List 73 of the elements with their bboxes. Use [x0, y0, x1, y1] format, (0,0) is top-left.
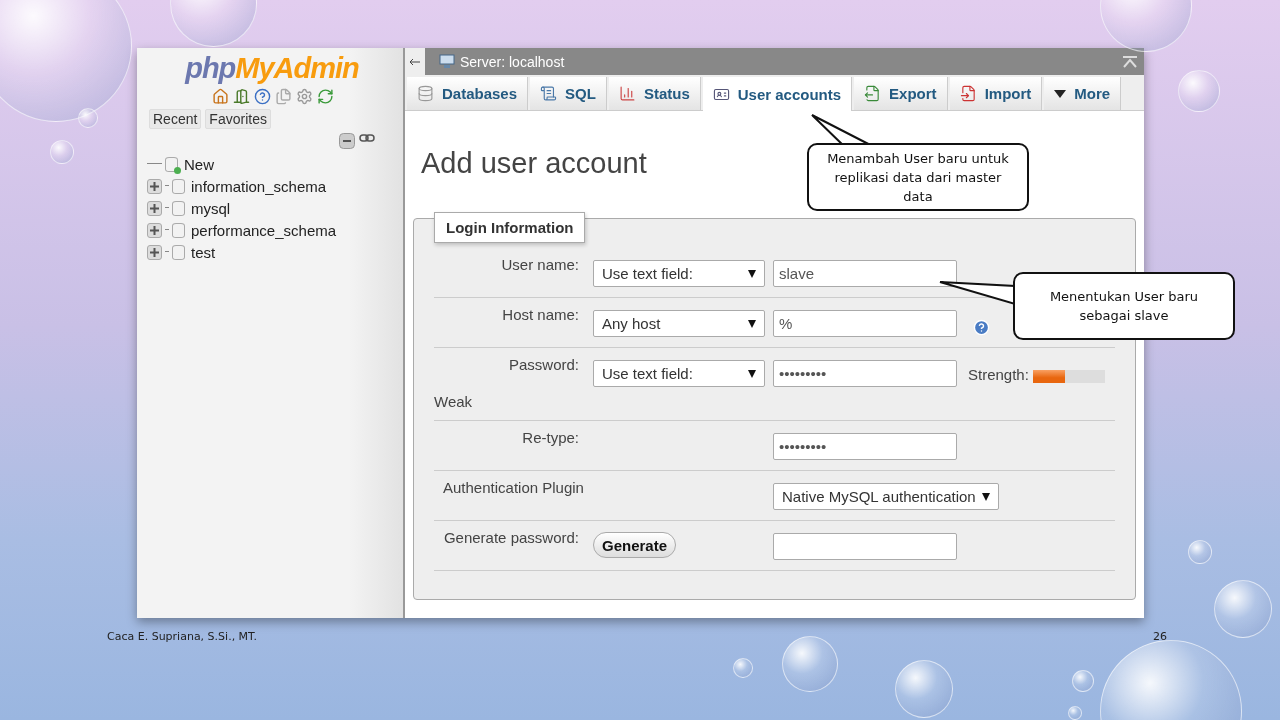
water-drop-drawing: [1072, 670, 1094, 692]
database-icon: [172, 178, 185, 194]
panel-legend: Login Information: [434, 212, 586, 243]
dropdown[interactable]: Native MySQL authentication: [773, 483, 999, 510]
caret-icon: [748, 269, 756, 278]
page-number: 26: [1153, 630, 1167, 643]
dropdown[interactable]: Use text field:: [593, 360, 765, 387]
generate-button[interactable]: Generate: [593, 532, 677, 558]
nav-tab[interactable]: Import: [949, 77, 1043, 110]
input-field[interactable]: •••••••••: [773, 360, 957, 387]
dropdown[interactable]: Use text field:: [593, 260, 765, 287]
caret-icon: [748, 319, 756, 328]
water-drop-drawing: [1188, 540, 1212, 564]
door-icon[interactable]: [233, 88, 250, 105]
caret-icon: [981, 492, 990, 501]
field-label: User name:: [500, 255, 579, 273]
server-icon: [439, 54, 455, 69]
input-field[interactable]: [773, 533, 957, 560]
triangle-down-icon: [1054, 89, 1067, 98]
strength-label: Strength:: [968, 366, 1029, 383]
arrow-icon: [410, 58, 420, 66]
export-icon: [864, 85, 882, 102]
nav-tab[interactable]: User accounts: [702, 77, 853, 111]
field-label: Password:: [507, 355, 579, 373]
help-icon[interactable]: [254, 88, 271, 105]
field-label: Re-type:: [521, 428, 579, 446]
input-field[interactable]: •••••••••: [773, 433, 957, 460]
sidebar-tab[interactable]: Recent: [149, 109, 202, 129]
logo: phpMyAdmin: [185, 52, 359, 84]
database-icon: [172, 244, 185, 260]
database-icon: [172, 200, 185, 216]
page-title: Add user account: [421, 147, 647, 180]
refresh-icon[interactable]: [317, 88, 334, 105]
expand-icon[interactable]: [147, 244, 162, 260]
nav-tab[interactable]: Databases: [407, 77, 529, 110]
database-icon: [417, 85, 434, 102]
import-icon: [959, 85, 977, 102]
bar-chart-icon: [618, 85, 636, 102]
tree-item[interactable]: New: [184, 155, 214, 173]
settings-icon[interactable]: [296, 88, 313, 105]
expand-icon[interactable]: [147, 200, 162, 216]
expand-icon[interactable]: [147, 222, 162, 238]
water-drop-drawing: [1178, 70, 1220, 112]
link-icon[interactable]: [359, 133, 375, 143]
database-icon: [172, 222, 185, 238]
database-icon: [165, 156, 178, 172]
dropdown[interactable]: Any host: [593, 310, 765, 337]
nav-tab[interactable]: SQL: [530, 77, 607, 110]
water-drop-drawing: [50, 140, 74, 164]
expand-icon[interactable]: [147, 178, 162, 194]
caret-icon: [748, 369, 756, 378]
slide-footer: Caca E. Supriana, S.Si., MT.: [107, 630, 258, 643]
callout-text: Menentukan User baru sebagai slave: [1013, 272, 1235, 340]
home-icon[interactable]: [212, 88, 229, 105]
nav-tab[interactable]: Export: [854, 77, 948, 110]
tree-item[interactable]: mysql: [191, 199, 231, 217]
field-label: Host name:: [501, 305, 579, 323]
nav-tab[interactable]: More: [1044, 77, 1122, 110]
input-field[interactable]: %: [773, 310, 957, 337]
tree-item[interactable]: test: [191, 243, 216, 261]
water-drop-drawing: [782, 636, 838, 692]
nav-tab[interactable]: Status: [608, 77, 701, 110]
scroll-icon: [540, 85, 558, 102]
strength-rating: Weak: [434, 393, 473, 410]
field-label: Generate password:: [442, 528, 579, 546]
back-button[interactable]: [405, 48, 425, 75]
tree-item[interactable]: information_schema: [191, 177, 327, 195]
collapse-icon[interactable]: [339, 133, 355, 149]
water-drop-drawing: [733, 658, 753, 678]
tree-item[interactable]: performance_schema: [191, 221, 337, 239]
sidebar-tab[interactable]: Favorites: [205, 109, 271, 129]
water-drop-drawing: [1068, 706, 1082, 720]
server-title[interactable]: Server: localhost: [460, 53, 565, 70]
